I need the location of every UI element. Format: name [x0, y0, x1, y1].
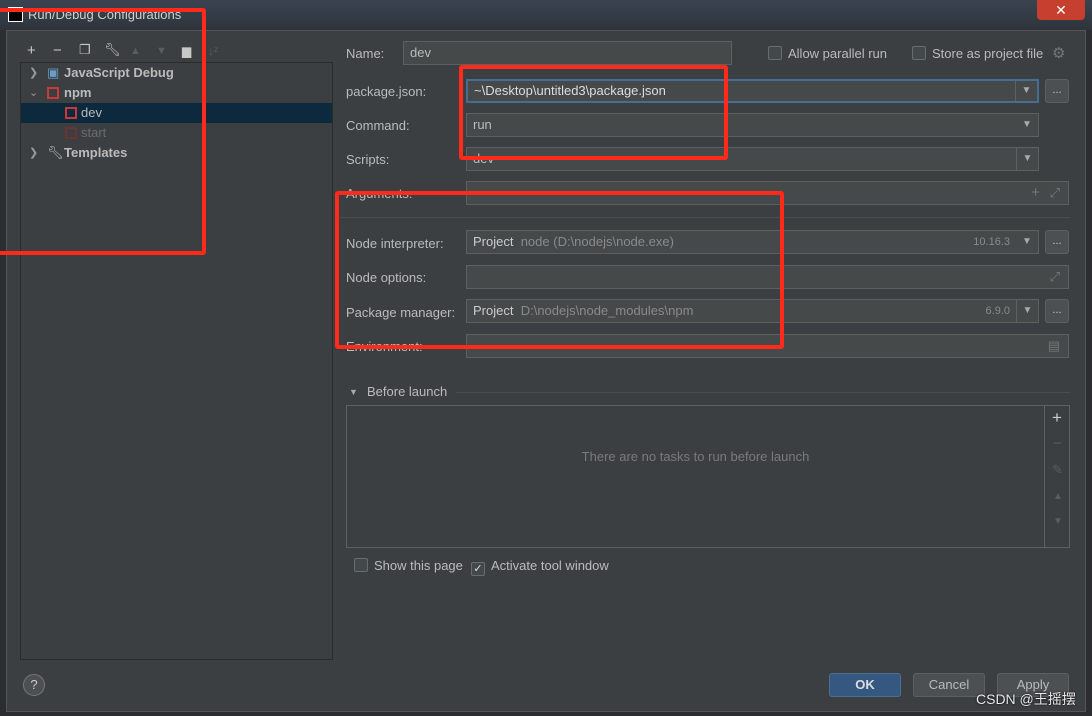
plus-icon[interactable]: +	[1031, 182, 1040, 204]
minus-icon[interactable]: −	[1053, 435, 1062, 452]
edit-icon[interactable]: ✎	[1052, 462, 1063, 478]
chevron-down-icon[interactable]: ▼	[1016, 300, 1038, 322]
activate-tool-checkbox[interactable]: ✓ Activate tool window	[471, 558, 609, 576]
chevron-down-icon[interactable]: ▼	[1016, 231, 1038, 253]
chevron-down-icon[interactable]: ▼	[1016, 114, 1038, 136]
watermark: CSDN @王摇摆	[976, 691, 1076, 707]
ok-button[interactable]: OK	[829, 673, 901, 697]
divider	[456, 392, 1070, 393]
expand-icon[interactable]: ⤢	[1050, 182, 1060, 204]
browse-button[interactable]: ...	[1045, 230, 1069, 254]
scripts-label: Scripts:	[346, 152, 390, 167]
plus-icon[interactable]: +	[1052, 408, 1062, 428]
collapse-icon[interactable]: ▼	[349, 387, 358, 397]
annotation-box	[0, 8, 206, 255]
store-project-checkbox[interactable]: Store as project file	[912, 46, 1043, 61]
name-input[interactable]: dev	[403, 41, 732, 65]
chevron-down-icon[interactable]: ▼	[1016, 148, 1038, 170]
annotation-box	[335, 191, 784, 349]
gear-icon[interactable]: ⚙	[1052, 44, 1065, 62]
help-button[interactable]: ?	[23, 674, 45, 696]
allow-parallel-checkbox[interactable]: Allow parallel run	[768, 46, 887, 61]
name-label: Name:	[346, 46, 385, 61]
sort-icon[interactable]: ↓ᶻ	[208, 44, 218, 58]
before-launch-title[interactable]: Before launch	[367, 384, 447, 399]
arrow-down-icon[interactable]: ▼	[1053, 516, 1063, 527]
empty-text: There are no tasks to run before launch	[581, 449, 810, 464]
command-label: Command:	[346, 118, 410, 133]
expand-icon[interactable]: ⤢	[1050, 266, 1060, 288]
browse-button[interactable]: ...	[1045, 299, 1069, 323]
document-icon[interactable]: ▤	[1048, 335, 1060, 357]
arrow-up-icon[interactable]: ▲	[1053, 491, 1063, 502]
close-button[interactable]: ✕	[1037, 0, 1085, 20]
before-launch-list	[346, 405, 1045, 548]
browse-button[interactable]: ...	[1045, 79, 1069, 103]
annotation-box	[459, 65, 728, 160]
show-page-checkbox[interactable]: Show this page	[354, 558, 463, 573]
cancel-button[interactable]: Cancel	[913, 673, 985, 697]
package-json-label: package.json:	[346, 84, 427, 99]
chevron-down-icon[interactable]: ▼	[1015, 81, 1037, 101]
